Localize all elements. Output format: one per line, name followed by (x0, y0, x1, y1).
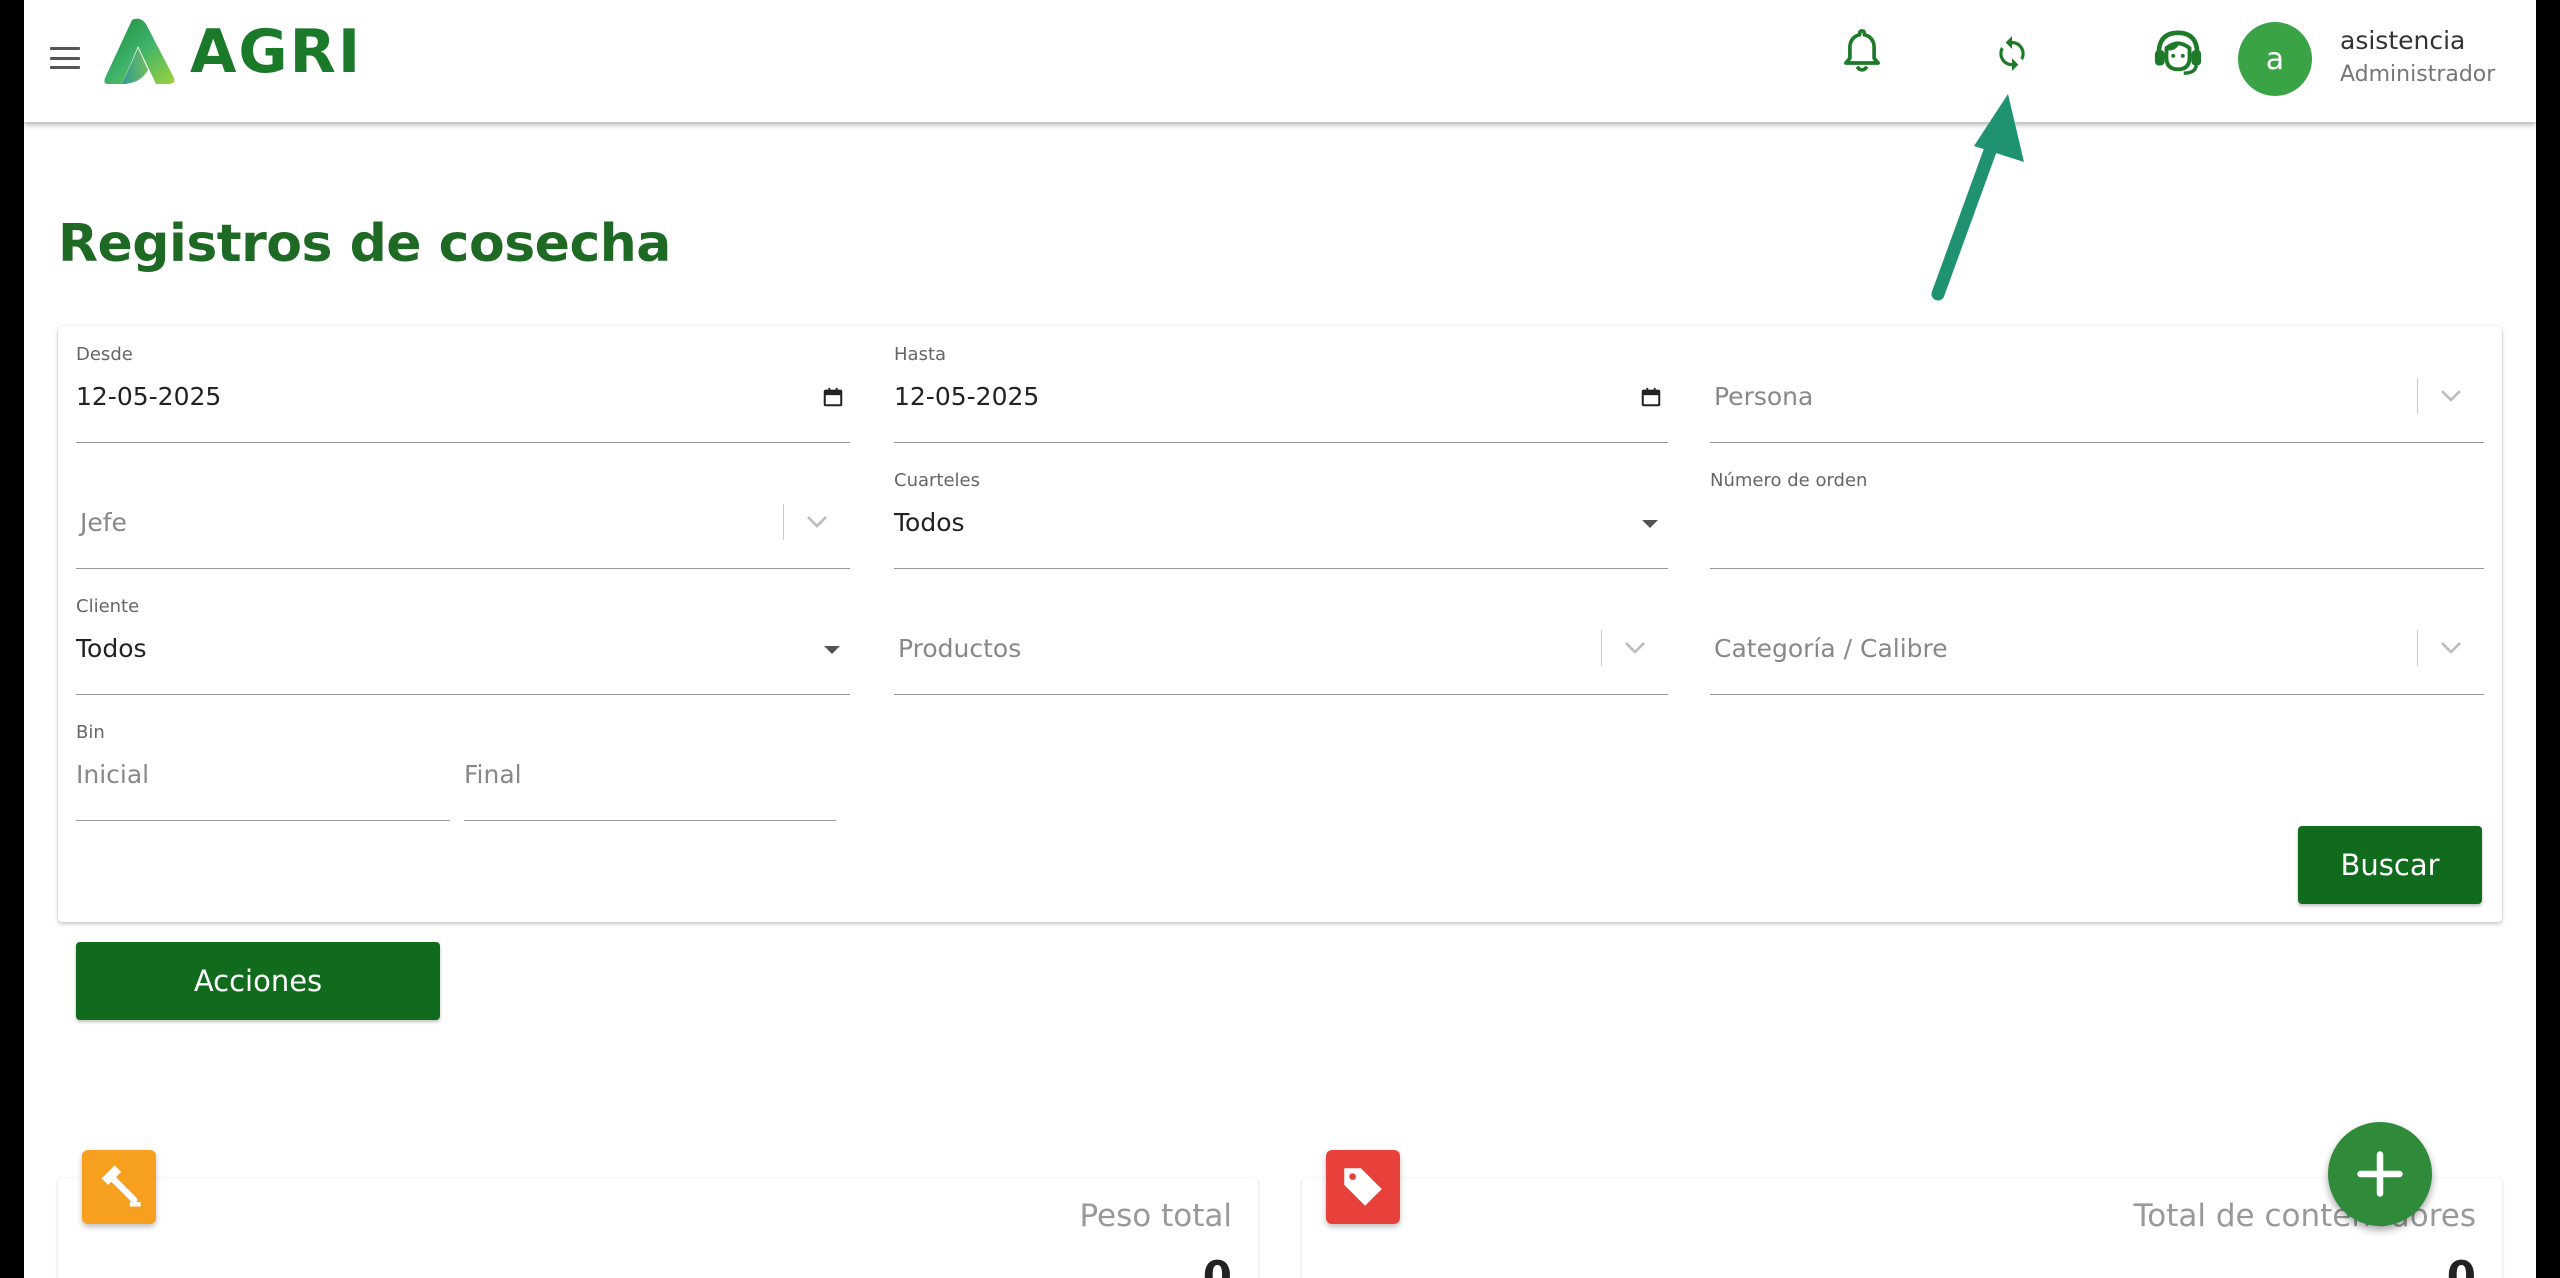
calendar-icon[interactable] (1640, 386, 1662, 408)
jefe-placeholder: Jefe (80, 508, 127, 537)
persona-select[interactable]: Persona (1710, 344, 2484, 444)
date-to-label: Hasta (894, 344, 947, 365)
pointer-arrow-annotation (1931, 94, 2024, 301)
cliente-select[interactable]: Cliente Todos (76, 596, 850, 696)
app-window: AGRI a asistencia Administrador Registro… (24, 0, 2536, 1278)
tag-icon (1326, 1150, 1400, 1224)
calendar-icon[interactable] (822, 386, 844, 408)
stat-value: 0 (1202, 1252, 1232, 1278)
stat-card-total-containers: Total de contenedores 0 (1302, 1178, 2502, 1278)
actions-button[interactable]: Acciones (76, 942, 440, 1020)
stat-value: 0 (2446, 1252, 2476, 1278)
date-from-label: Desde (76, 344, 133, 365)
user-name: asistencia (2340, 26, 2466, 55)
chevron-down-icon[interactable] (1622, 640, 1648, 656)
menu-icon[interactable] (50, 47, 80, 69)
bin-start-placeholder: Inicial (76, 760, 150, 789)
bell-icon[interactable] (1832, 22, 1892, 82)
jefe-select[interactable]: Jefe (76, 470, 850, 570)
top-bar: AGRI a asistencia Administrador (24, 0, 2536, 122)
caret-down-icon[interactable] (824, 646, 840, 654)
date-to-value: 12-05-2025 (894, 382, 1040, 411)
plus-icon (2357, 1151, 2403, 1197)
stat-label: Total de contenedores (2133, 1198, 2476, 1234)
sync-icon[interactable] (1982, 22, 2042, 82)
page-title: Registros de cosecha (58, 214, 671, 274)
stat-card-total-weight: Peso total 0 (58, 1178, 1258, 1278)
chevron-down-icon[interactable] (804, 514, 830, 530)
filter-card: Desde 12-05-2025 Hasta 12-05-2025 Person… (58, 326, 2502, 922)
persona-placeholder: Persona (1714, 382, 1814, 411)
order-number-field[interactable]: Número de orden (1710, 470, 2484, 570)
scale-hammer-icon (82, 1150, 156, 1224)
cuarteles-label: Cuarteles (894, 470, 980, 491)
actions-button-label: Acciones (193, 964, 323, 998)
cuarteles-value: Todos (894, 508, 965, 537)
date-to-field[interactable]: Hasta 12-05-2025 (894, 344, 1668, 444)
productos-placeholder: Productos (898, 634, 1022, 663)
add-record-fab-button[interactable] (2328, 1122, 2432, 1226)
chevron-down-icon[interactable] (2438, 388, 2464, 404)
user-role: Administrador (2340, 62, 2496, 87)
categoria-select[interactable]: Categoría / Calibre (1710, 596, 2484, 696)
brand-name: AGRI (190, 17, 363, 87)
categoria-placeholder: Categoría / Calibre (1714, 634, 1948, 663)
bin-start-input[interactable]: Inicial (76, 722, 450, 822)
caret-down-icon[interactable] (1642, 520, 1658, 528)
date-from-field[interactable]: Desde 12-05-2025 (76, 344, 850, 444)
cliente-label: Cliente (76, 596, 140, 617)
chevron-down-icon[interactable] (2438, 640, 2464, 656)
date-from-value: 12-05-2025 (76, 382, 222, 411)
avatar-initial: a (2265, 41, 2285, 77)
order-number-label: Número de orden (1710, 470, 1868, 491)
bin-end-input[interactable]: Final (464, 722, 836, 822)
stat-label: Peso total (1079, 1198, 1232, 1234)
support-headset-icon[interactable] (2148, 22, 2208, 82)
cliente-value: Todos (76, 634, 147, 663)
agri-logo-icon (104, 18, 175, 85)
avatar[interactable]: a (2238, 22, 2312, 96)
productos-select[interactable]: Productos (894, 596, 1668, 696)
bin-end-placeholder: Final (464, 760, 522, 789)
search-button-label: Buscar (2340, 848, 2440, 882)
search-button[interactable]: Buscar (2298, 826, 2482, 904)
cuarteles-select[interactable]: Cuarteles Todos (894, 470, 1668, 570)
